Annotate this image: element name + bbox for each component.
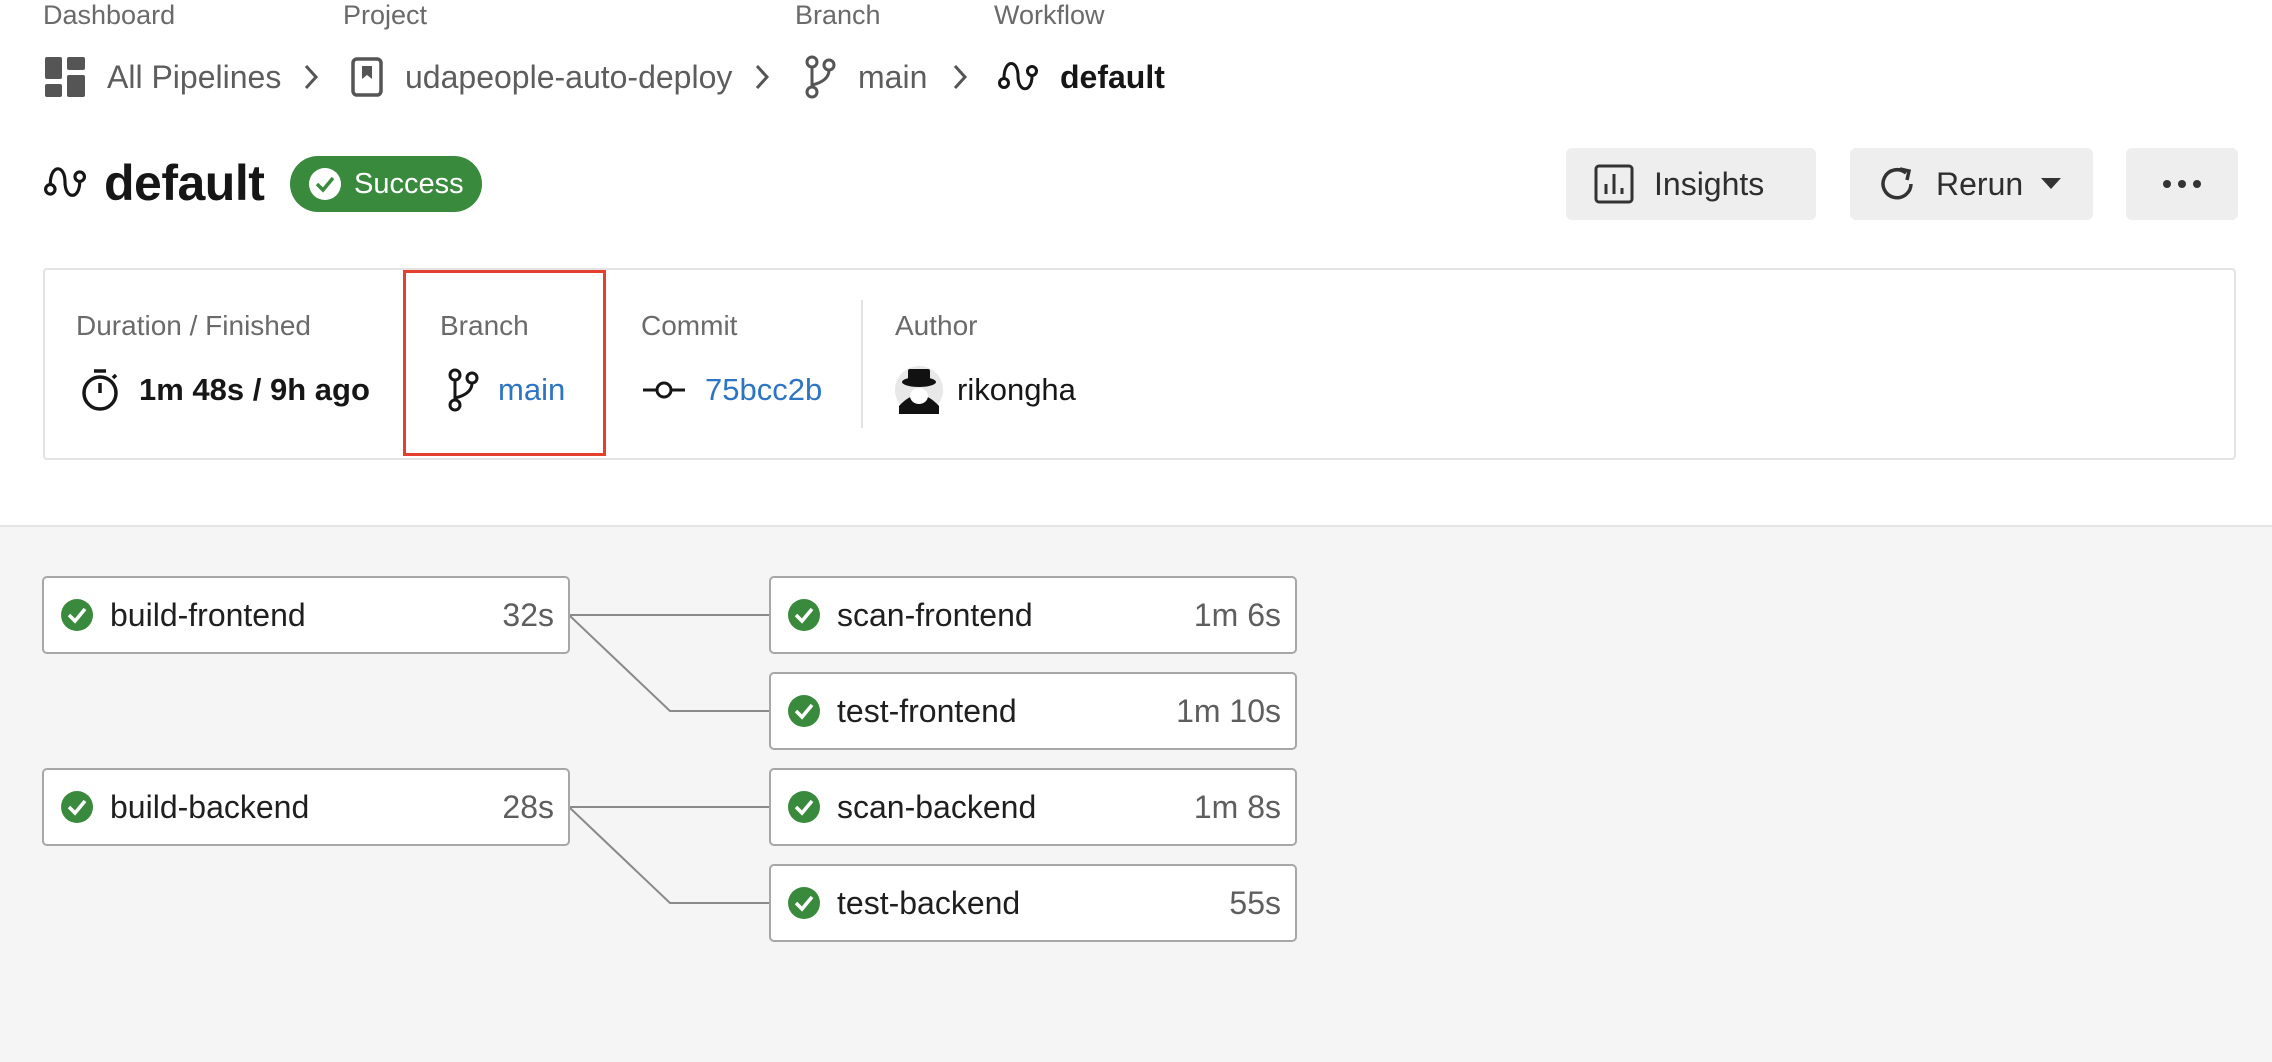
breadcrumb-all-pipelines-text: All Pipelines [107,58,282,95]
breadcrumb-label-project: Project [343,0,428,30]
duration-value: 1m 48s / 9h ago [79,368,370,412]
avatar [895,366,943,414]
insights-button-label: Insights [1654,165,1765,202]
job-name: build-frontend [110,596,306,633]
insights-chart-icon [1594,164,1634,204]
chevron-right-icon [755,64,770,90]
project-book-icon [351,57,383,97]
page-title-text: default [104,155,265,211]
branch-highlight-box [403,270,606,456]
status-badge-text: Success [354,167,464,200]
job-build-frontend[interactable]: build-frontend 32s [42,576,570,654]
breadcrumb-project-text: udapeople-auto-deploy [405,58,733,95]
check-circle-icon [788,791,820,823]
chevron-right-icon [304,64,319,90]
job-duration: 28s [502,788,554,825]
job-name: test-backend [837,884,1021,921]
rerun-button-label: Rerun [1936,165,2024,202]
job-duration: 32s [502,596,554,633]
commit-link[interactable]: 75bcc2b [705,372,822,408]
check-circle-icon [309,168,341,200]
author-name: rikongha [957,372,1076,407]
workflow-icon [998,62,1038,91]
job-name: test-frontend [837,692,1017,729]
more-horizontal-icon [2163,180,2201,188]
more-options-button[interactable] [2126,148,2238,220]
refresh-icon [1881,167,1913,200]
check-circle-icon [61,599,93,631]
git-branch-icon [805,55,836,99]
page-title: default [44,150,265,216]
job-duration: 1m 6s [1193,596,1281,633]
duration-value-text: 1m 48s / 9h ago [139,372,370,407]
check-circle-icon [788,887,820,919]
author-value: rikongha [895,366,1076,414]
job-name: build-backend [110,788,310,825]
caret-down-icon [2041,178,2062,189]
breadcrumb-workflow-text: default [1060,58,1165,95]
job-duration: 1m 8s [1193,788,1281,825]
job-scan-frontend[interactable]: scan-frontend 1m 6s [769,576,1297,654]
breadcrumb-label-dashboard: Dashboard [43,0,176,30]
workflow-icon [44,167,86,197]
insights-button[interactable]: Insights [1566,148,1816,220]
status-badge: Success [290,156,482,212]
stopwatch-icon [82,369,118,411]
job-test-frontend[interactable]: test-frontend 1m 10s [769,672,1297,750]
check-circle-icon [788,695,820,727]
git-commit-icon [643,381,685,399]
commit-value[interactable]: 75bcc2b [643,368,822,412]
card-divider [861,300,863,428]
duration-label: Duration / Finished [76,310,312,341]
breadcrumb-all-pipelines[interactable]: All Pipelines [45,52,281,102]
rerun-button[interactable]: Rerun [1850,148,2093,220]
breadcrumb-label-branch: Branch [795,0,881,30]
job-build-backend[interactable]: build-backend 28s [42,768,570,846]
breadcrumb-branch-text: main [858,58,928,95]
job-duration: 55s [1229,884,1281,921]
workflow-summary-card [43,268,2236,460]
chevron-right-icon [953,64,968,90]
job-test-backend[interactable]: test-backend 55s [769,864,1297,942]
breadcrumb-project[interactable]: udapeople-auto-deploy [351,52,732,102]
check-circle-icon [788,599,820,631]
job-name: scan-backend [837,788,1037,825]
job-duration: 1m 10s [1176,692,1281,729]
author-label: Author [895,310,978,341]
job-scan-backend[interactable]: scan-backend 1m 8s [769,768,1297,846]
job-name: scan-frontend [837,596,1033,633]
dashboard-icon [45,57,85,97]
breadcrumb-branch[interactable]: main [804,52,927,102]
commit-label: Commit [641,310,738,341]
breadcrumb-label-workflow: Workflow [994,0,1105,30]
check-circle-icon [61,791,93,823]
breadcrumb-workflow[interactable]: default [998,52,1165,102]
